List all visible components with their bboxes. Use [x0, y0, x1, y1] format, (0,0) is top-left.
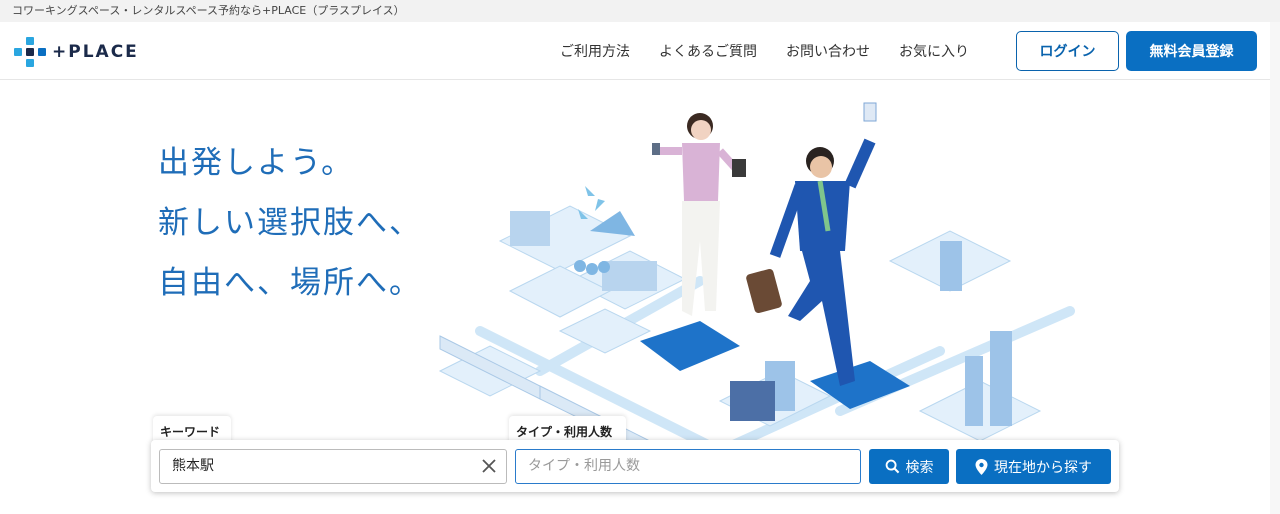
site-header: +PLACE ご利用方法 よくあるご質問 お問い合わせ お気に入り ログイン 無… — [0, 22, 1280, 80]
site-tagline: コワーキングスペース・レンタルスペース予約なら+PLACE（プラスプレイス） — [12, 4, 405, 17]
catch-line-2: 新しい選択肢へ、 — [158, 205, 422, 241]
search-button[interactable]: 検索 — [869, 449, 949, 484]
search-button-label: 検索 — [905, 459, 934, 476]
site-logo[interactable]: +PLACE — [14, 37, 139, 67]
logo-text: +PLACE — [52, 42, 139, 62]
platform-left — [640, 321, 740, 371]
login-button[interactable]: ログイン — [1016, 31, 1119, 71]
clear-icon[interactable] — [480, 457, 498, 475]
nav-favorites[interactable]: お気に入り — [899, 41, 969, 61]
hero-catchcopy: 出発しよう。 新しい選択肢へ、 自由へ、場所へ。 — [158, 133, 422, 313]
site-tagline-bar: コワーキングスペース・レンタルスペース予約なら+PLACE（プラスプレイス） — [0, 0, 1280, 22]
nav-how-to-use[interactable]: ご利用方法 — [560, 41, 630, 61]
catch-line-3: 自由へ、場所へ。 — [158, 265, 422, 301]
search-icon — [885, 459, 899, 474]
birds-decoration — [578, 186, 605, 219]
current-location-label: 現在地から探す — [994, 459, 1092, 476]
nav-faq[interactable]: よくあるご質問 — [659, 41, 757, 61]
main-nav: ご利用方法 よくあるご質問 お問い合わせ お気に入り — [560, 22, 998, 80]
register-button[interactable]: 無料会員登録 — [1126, 31, 1257, 71]
catch-line-1: 出発しよう。 — [158, 145, 355, 181]
type-capacity-input[interactable]: タイプ・利用人数 — [515, 449, 861, 484]
nav-contact[interactable]: お問い合わせ — [786, 41, 870, 61]
scrollbar[interactable] — [1270, 22, 1280, 514]
location-pin-icon — [975, 458, 988, 475]
keyword-input[interactable]: 熊本駅 — [159, 449, 507, 484]
man-figure — [746, 102, 877, 386]
current-location-button[interactable]: 現在地から探す — [956, 449, 1111, 484]
plus-logo-icon — [14, 37, 46, 67]
